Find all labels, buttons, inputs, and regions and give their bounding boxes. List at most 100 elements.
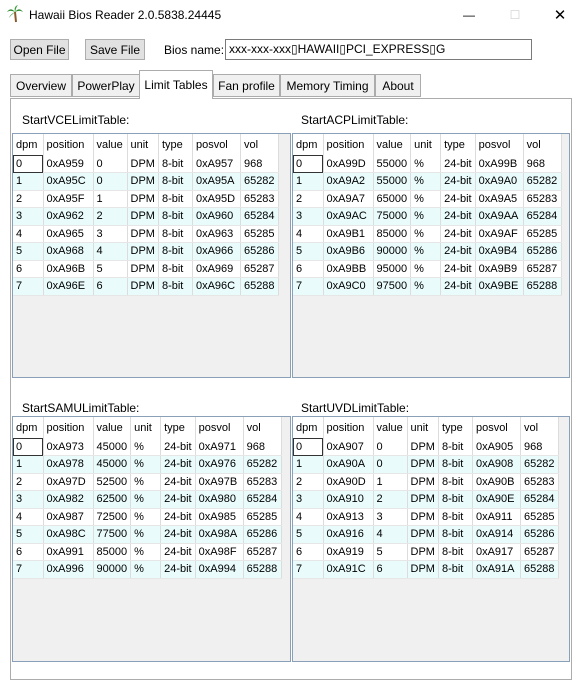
cell-vol[interactable]: 65284 bbox=[240, 207, 279, 226]
cell-posvol[interactable]: 0xA95D bbox=[192, 190, 241, 208]
cell-position[interactable]: 0xA9A7 bbox=[323, 190, 374, 208]
column-header-type[interactable]: type bbox=[438, 417, 473, 438]
cell-type[interactable]: 24-bit bbox=[440, 155, 476, 173]
cell-type[interactable]: 24-bit bbox=[440, 242, 476, 261]
cell-position[interactable]: 0xA9C0 bbox=[323, 277, 374, 296]
cell-posvol[interactable]: 0xA98F bbox=[195, 543, 244, 561]
cell-unit[interactable]: DPM bbox=[127, 225, 159, 243]
table-row[interactable]: 6 0xA991 85000% 24-bit 0xA98F 65287 bbox=[13, 543, 282, 561]
cell-unit[interactable]: % bbox=[410, 207, 442, 226]
cell-vol[interactable]: 65285 bbox=[240, 225, 279, 243]
cell-vol[interactable]: 65283 bbox=[520, 473, 559, 491]
table-row[interactable]: 1 0xA90A 0 DPM 8-bit 0xA908 65282 bbox=[293, 455, 559, 474]
cell-type[interactable]: 8-bit bbox=[158, 277, 193, 296]
cell-value[interactable]: 90000 bbox=[93, 560, 132, 579]
cell-value[interactable]: 1 bbox=[93, 190, 128, 208]
cell-type[interactable]: 8-bit bbox=[158, 172, 193, 191]
cell-dpm[interactable]: 7 bbox=[293, 277, 324, 296]
table-row[interactable]: 4 0xA965 3 DPM 8-bit 0xA963 65285 bbox=[13, 225, 279, 243]
cell-posvol[interactable]: 0xA966 bbox=[192, 242, 241, 261]
cell-posvol[interactable]: 0xA971 bbox=[195, 438, 244, 456]
column-header-vol[interactable]: vol bbox=[243, 417, 282, 438]
cell-position[interactable]: 0xA9B1 bbox=[323, 225, 374, 243]
column-header-position[interactable]: position bbox=[43, 134, 94, 155]
acp-limit-grid[interactable]: dpm position value unit type posvol vol 0 0xA99D… bbox=[292, 133, 570, 378]
column-header-type[interactable]: type bbox=[440, 134, 476, 155]
cell-unit[interactable]: % bbox=[130, 508, 162, 526]
bios-name-field[interactable]: xxx-xxx-xxx▯HAWAII▯PCI_EXPRESS▯G bbox=[225, 39, 532, 60]
cell-dpm[interactable]: 3 bbox=[13, 207, 44, 226]
cell-vol[interactable]: 65282 bbox=[523, 172, 562, 191]
open-file-button[interactable]: Open File bbox=[10, 39, 69, 60]
cell-posvol[interactable]: 0xA994 bbox=[195, 560, 244, 579]
cell-type[interactable]: 24-bit bbox=[440, 277, 476, 296]
cell-dpm[interactable]: 6 bbox=[13, 260, 44, 278]
cell-position[interactable]: 0xA973 bbox=[43, 438, 94, 456]
cell-type[interactable]: 24-bit bbox=[440, 225, 476, 243]
table-row[interactable]: 5 0xA916 4 DPM 8-bit 0xA914 65286 bbox=[293, 525, 559, 544]
column-header-posvol[interactable]: posvol bbox=[472, 417, 521, 438]
cell-vol[interactable]: 65283 bbox=[523, 190, 562, 208]
column-header-posvol[interactable]: posvol bbox=[192, 134, 241, 155]
cell-dpm[interactable]: 3 bbox=[13, 490, 44, 509]
cell-value[interactable]: 77500 bbox=[93, 525, 132, 544]
table-row[interactable]: 3 0xA910 2 DPM 8-bit 0xA90E 65284 bbox=[293, 490, 559, 509]
column-header-vol[interactable]: vol bbox=[520, 417, 559, 438]
cell-posvol[interactable]: 0xA90E bbox=[472, 490, 521, 509]
table-row[interactable]: 4 0xA987 72500% 24-bit 0xA985 65285 bbox=[13, 508, 282, 526]
cell-value[interactable]: 55000 bbox=[373, 172, 412, 191]
cell-value[interactable]: 85000 bbox=[373, 225, 412, 243]
table-row[interactable]: 4 0xA9B1 85000% 24-bit 0xA9AF 65285 bbox=[293, 225, 562, 243]
cell-dpm[interactable]: 6 bbox=[293, 260, 324, 278]
column-header-position[interactable]: position bbox=[323, 134, 374, 155]
cell-vol[interactable]: 65284 bbox=[520, 490, 559, 509]
cell-type[interactable]: 24-bit bbox=[440, 190, 476, 208]
cell-posvol[interactable]: 0xA9B9 bbox=[475, 260, 524, 278]
cell-dpm[interactable]: 1 bbox=[293, 172, 324, 191]
cell-dpm[interactable]: 5 bbox=[293, 242, 324, 261]
cell-vol[interactable]: 65286 bbox=[240, 242, 279, 261]
table-row[interactable]: 0 0xA99D 55000% 24-bit 0xA99B 968 bbox=[293, 155, 562, 173]
column-header-vol[interactable]: vol bbox=[523, 134, 562, 155]
cell-unit[interactable]: % bbox=[130, 473, 162, 491]
cell-dpm[interactable]: 1 bbox=[293, 455, 324, 474]
cell-vol[interactable]: 968 bbox=[243, 438, 282, 456]
cell-unit[interactable]: % bbox=[130, 525, 162, 544]
cell-vol[interactable]: 65287 bbox=[523, 260, 562, 278]
cell-unit[interactable]: DPM bbox=[127, 242, 159, 261]
cell-type[interactable]: 8-bit bbox=[158, 225, 193, 243]
cell-position[interactable]: 0xA987 bbox=[43, 508, 94, 526]
cell-vol[interactable]: 968 bbox=[240, 155, 279, 173]
cell-unit[interactable]: % bbox=[130, 543, 162, 561]
cell-value[interactable]: 3 bbox=[373, 508, 408, 526]
cell-value[interactable]: 0 bbox=[93, 155, 128, 173]
table-row[interactable]: 7 0xA996 90000% 24-bit 0xA994 65288 bbox=[13, 560, 282, 579]
cell-vol[interactable]: 65285 bbox=[523, 225, 562, 243]
cell-position[interactable]: 0xA978 bbox=[43, 455, 94, 474]
table-row[interactable]: 3 0xA9AC 75000% 24-bit 0xA9AA 65284 bbox=[293, 207, 562, 226]
cell-type[interactable]: 24-bit bbox=[440, 207, 476, 226]
cell-posvol[interactable]: 0xA9A0 bbox=[475, 172, 524, 191]
cell-unit[interactable]: DPM bbox=[407, 525, 439, 544]
cell-dpm[interactable]: 0 bbox=[293, 155, 324, 173]
cell-dpm[interactable]: 7 bbox=[13, 560, 44, 579]
tab-powerplay[interactable]: PowerPlay bbox=[72, 74, 140, 97]
table-row[interactable]: 4 0xA913 3 DPM 8-bit 0xA911 65285 bbox=[293, 508, 559, 526]
cell-dpm[interactable]: 3 bbox=[293, 490, 324, 509]
cell-posvol[interactable]: 0xA9B4 bbox=[475, 242, 524, 261]
cell-unit[interactable]: DPM bbox=[407, 473, 439, 491]
cell-type[interactable]: 24-bit bbox=[160, 455, 196, 474]
cell-posvol[interactable]: 0xA976 bbox=[195, 455, 244, 474]
table-row[interactable]: 0 0xA973 45000% 24-bit 0xA971 968 bbox=[13, 438, 282, 456]
cell-value[interactable]: 65000 bbox=[373, 190, 412, 208]
cell-unit[interactable]: DPM bbox=[127, 207, 159, 226]
cell-value[interactable]: 62500 bbox=[93, 490, 132, 509]
cell-vol[interactable]: 65285 bbox=[243, 508, 282, 526]
cell-posvol[interactable]: 0xA914 bbox=[472, 525, 521, 544]
column-header-type[interactable]: type bbox=[158, 134, 193, 155]
cell-value[interactable]: 97500 bbox=[373, 277, 412, 296]
cell-value[interactable]: 72500 bbox=[93, 508, 132, 526]
minimize-button[interactable]: — bbox=[446, 0, 492, 30]
table-row[interactable]: 5 0xA968 4 DPM 8-bit 0xA966 65286 bbox=[13, 242, 279, 261]
cell-position[interactable]: 0xA96B bbox=[43, 260, 94, 278]
